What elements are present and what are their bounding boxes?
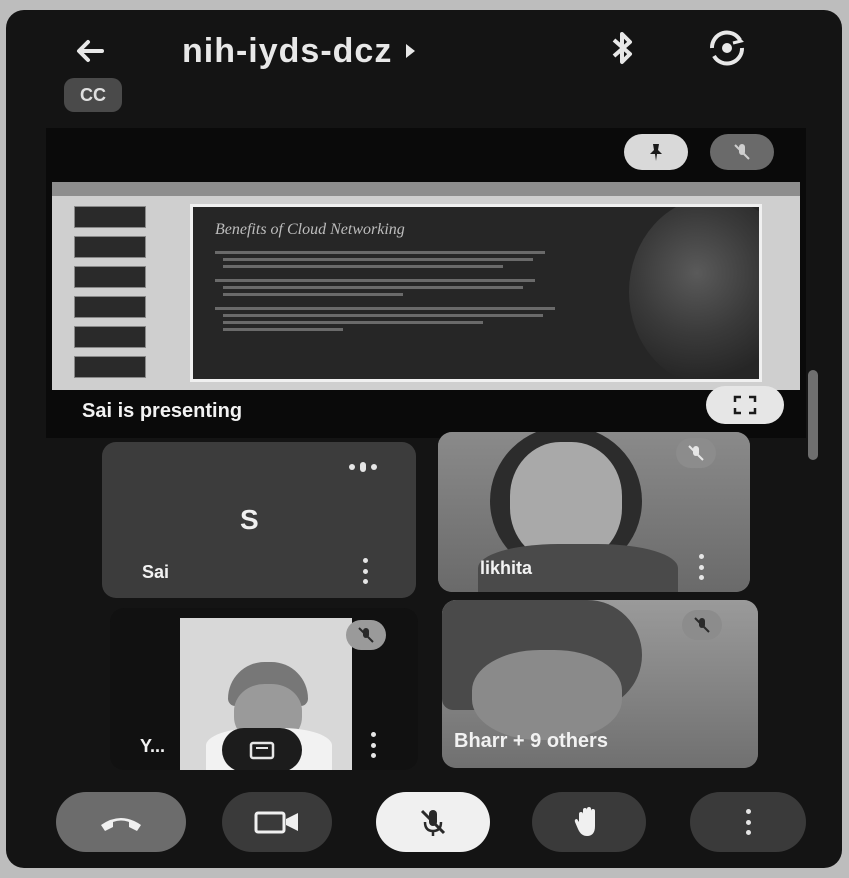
participant-tile-others[interactable]: Bharr + 9 others [442,600,758,768]
slide-thumbnail [74,296,146,318]
raise-hand-button[interactable] [532,792,646,852]
mic-off-badge [346,620,386,650]
mic-off-icon [420,809,446,836]
raise-hand-icon [574,807,595,836]
slide-decoration [629,207,759,379]
end-call-button[interactable] [56,792,186,852]
presenter-mic-off-badge [710,134,774,170]
self-view-camera-button[interactable] [222,728,302,770]
chevron-right-icon [406,44,416,58]
captions-label: CC [80,84,106,105]
meeting-code: nih-iyds-dcz [182,31,393,70]
video-camera-icon [254,811,298,834]
participant-name: Y... [140,736,166,756]
more-options-button[interactable] [690,792,806,852]
speaking-indicator-icon [349,462,377,472]
switch-camera-button[interactable] [702,26,752,70]
avatar: S [240,504,259,535]
mic-off-icon [694,617,710,633]
slide-thumbnail [74,236,146,258]
more-options-icon[interactable] [692,550,710,584]
participant-tile-likhita[interactable]: likhita [438,432,750,592]
fullscreen-button[interactable] [706,386,784,424]
pin-icon [650,144,662,161]
switch-camera-icon [709,30,745,66]
camera-icon [249,741,275,760]
self-video [180,618,352,770]
participant-tile-self[interactable]: Y... [110,608,418,770]
bluetooth-audio-button[interactable] [602,26,642,70]
more-options-icon[interactable] [364,728,382,762]
pin-button[interactable] [624,134,688,170]
participant-name: Sai [142,562,170,582]
participant-tile-sai[interactable]: S Sai [102,442,416,598]
call-controls [6,780,842,860]
participant-name: Bharr + 9 others [454,730,608,752]
mic-off-icon [358,627,374,643]
meeting-title[interactable]: nih-iyds-dcz [182,28,416,74]
camera-toggle-button[interactable] [222,792,332,852]
mic-off-icon [688,445,704,461]
mic-off-icon [734,144,750,160]
slide-bullets [215,249,575,331]
phone-screen: nih-iyds-dcz CC Benefits of Cloud Networ… [6,10,842,868]
mic-off-badge [676,438,716,468]
current-slide: Benefits of Cloud Networking [190,204,762,382]
slide-thumbnail [74,326,146,348]
shared-screen[interactable]: Benefits of Cloud Networking [52,182,800,390]
slide-text-lines [215,251,555,331]
mic-toggle-button[interactable] [376,792,490,852]
mic-off-badge [682,610,722,640]
phone-hangup-icon [101,818,141,831]
slide-thumbnail [74,356,146,378]
slide-title: Benefits of Cloud Networking [215,221,405,238]
more-vert-icon [739,805,757,839]
captions-button[interactable]: CC [64,78,122,112]
more-options-icon[interactable] [356,554,374,588]
top-bar: nih-iyds-dcz [6,10,842,90]
presentation-panel: Benefits of Cloud Networking Sai is pres… [46,128,806,438]
bluetooth-icon [612,32,632,64]
fullscreen-icon [733,395,757,415]
slide-thumbnail [74,266,146,288]
scrollbar[interactable] [808,370,818,460]
slide-toolbar [52,182,800,196]
slide-thumbnails [62,206,146,382]
participant-name: likhita [480,558,533,578]
back-arrow-icon [77,40,104,62]
back-button[interactable] [68,28,114,74]
presenter-label: Sai is presenting [82,400,243,422]
slide-thumbnail [74,206,146,228]
